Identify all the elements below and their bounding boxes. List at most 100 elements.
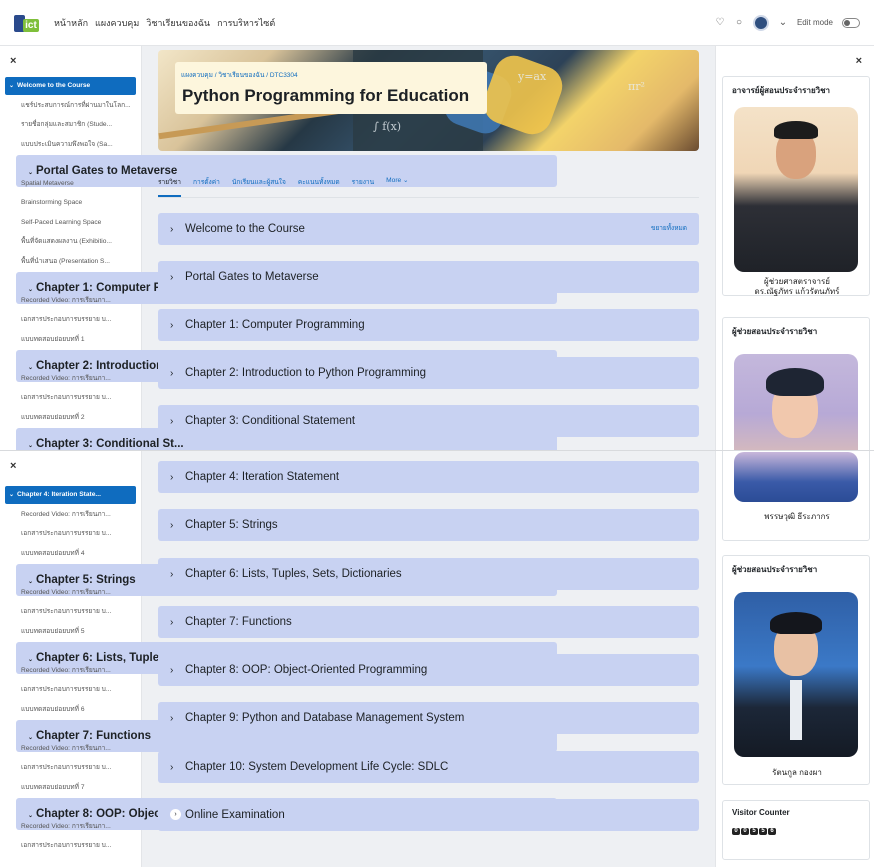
course-index-activity[interactable]: Recorded Video: การเรียนภา... xyxy=(5,662,136,680)
chat-icon[interactable]: ○ xyxy=(734,17,744,28)
course-index-activity[interactable]: รายชื่อกลุ่มและสมาชิก (Stude... xyxy=(5,116,136,134)
section-header[interactable]: › Portal Gates to Metaverse xyxy=(158,261,699,293)
course-index-activity[interactable]: Spatial Metaverse xyxy=(5,175,136,193)
nav-my-courses[interactable]: วิชาเรียนของฉัน xyxy=(146,16,210,30)
nav-site-admin[interactable]: การบริหารไซต์ xyxy=(217,16,275,30)
chevron-right-icon: › xyxy=(170,713,174,724)
ta-block: ผู้ช่วยสอนประจำรายวิชา รัตนกูล กองผา xyxy=(722,555,870,785)
course-index-label: แชร์ประสบการณ์การที่ผ่านมาในโลก... xyxy=(21,101,131,109)
course-index-label: Recorded Video: การเรียนภา... xyxy=(21,510,111,518)
course-index-activity[interactable]: เอกสารประกอบการบรรยาย บ... xyxy=(5,603,136,621)
course-index-activity[interactable]: เอกสารประกอบการบรรยาย บ... xyxy=(5,525,136,543)
ta-photo xyxy=(734,592,858,757)
bell-icon[interactable]: ♡ xyxy=(715,17,725,28)
tab-reports[interactable]: รายงาน xyxy=(352,176,375,197)
close-icon[interactable]: × xyxy=(10,55,16,67)
course-index-label: Brainstorming Space xyxy=(21,199,83,206)
course-pane-bottom: × ⌄ Chapter 4: Iteration State... Recorded… xyxy=(0,450,874,867)
course-index-label: เอกสารประกอบการบรรยาย บ... xyxy=(21,530,112,537)
course-index-activity[interactable]: เอกสารประกอบการบรรยาย บ... xyxy=(5,681,136,699)
course-index-activity[interactable]: แบบทดสอบย่อยบทที่ 1 xyxy=(5,331,136,349)
edit-mode-toggle[interactable] xyxy=(842,17,860,28)
course-index-activity[interactable]: แชร์ประสบการณ์การที่ผ่านมาในโลก... xyxy=(5,97,136,115)
chevron-right-icon: › xyxy=(170,520,174,531)
course-index-activity[interactable]: Recorded Video: การเรียนภา... xyxy=(5,370,136,388)
chevron-right-icon: › xyxy=(170,472,174,483)
section-header[interactable]: › Chapter 3: Conditional Statement xyxy=(158,405,699,437)
section-header[interactable]: › Chapter 1: Computer Programming xyxy=(158,309,699,341)
course-index-activity[interactable]: Recorded Video: การเรียนภา... xyxy=(5,740,136,758)
nav-dashboard[interactable]: แผงควบคุม xyxy=(95,16,139,30)
course-index-activity[interactable]: แบบประเมินความพึงพอใจ (Sa... xyxy=(5,136,136,154)
course-index-label: แบบทดสอบย่อยบทที่ 7 xyxy=(21,783,85,791)
course-index-label: เอกสารประกอบการบรรยาย บ... xyxy=(21,394,112,401)
section-header[interactable]: › Chapter 4: Iteration Statement xyxy=(158,461,699,493)
course-index-activity[interactable]: Recorded Video: การเรียนภา... xyxy=(5,584,136,602)
course-tabs: รายวิชา การตั้งค่า นักเรียนและผู้สนใจ คะ… xyxy=(158,176,421,197)
section-header[interactable]: › Welcome to the Course ขยายทั้งหมด xyxy=(158,213,699,245)
close-icon[interactable]: × xyxy=(856,55,862,67)
tab-settings[interactable]: การตั้งค่า xyxy=(193,176,220,197)
tab-grades[interactable]: คะแนนทั้งหมด xyxy=(298,176,340,197)
course-index-activity[interactable]: เอกสารประกอบการบรรยาย บ... xyxy=(5,311,136,329)
course-index-activity[interactable]: เอกสารประกอบการบรรยาย บ... xyxy=(5,759,136,777)
section-header[interactable]: › Online Examination xyxy=(158,799,699,831)
course-index-section[interactable]: ⌄ Chapter 4: Iteration State... xyxy=(5,486,136,504)
section-header[interactable]: › Chapter 7: Functions xyxy=(158,606,699,638)
course-index-label: Recorded Video: การเรียนภา... xyxy=(21,744,111,752)
tab-participants[interactable]: นักเรียนและผู้สนใจ xyxy=(232,176,286,197)
section-header[interactable]: › Chapter 10: System Development Life Cyc… xyxy=(158,751,699,783)
course-index-activity[interactable]: เอกสารประกอบการบรรยาย บ... xyxy=(5,389,136,407)
chevron-down-icon[interactable]: ⌄ xyxy=(778,17,788,28)
course-index-label: แบบทดสอบย่อยบทที่ 1 xyxy=(21,335,85,343)
close-icon[interactable]: × xyxy=(10,460,16,472)
course-index-activity[interactable]: แบบทดสอบย่อยบทที่ 7 xyxy=(5,779,136,797)
course-index-activity[interactable]: แบบทดสอบย่อยบทที่ 2 xyxy=(5,409,136,427)
course-index-activity[interactable]: Recorded Video: การเรียนภา... xyxy=(5,292,136,310)
chevron-right-icon: › xyxy=(170,665,174,676)
course-index-label: Recorded Video: การเรียนภา... xyxy=(21,666,111,674)
visitor-counter-block: Visitor Counter 0 0 5 5 6 xyxy=(722,800,870,860)
course-index-label: Chapter 4: Iteration State... xyxy=(17,491,101,498)
course-index-activity[interactable]: แบบทดสอบย่อยบทที่ 4 xyxy=(5,545,136,563)
course-banner-image: ∫ f(x) y=ax πr² แผงควบคุม / วิชาเรียนของ… xyxy=(158,50,699,151)
course-index-activity[interactable]: พื้นที่จัดแสดงผลงาน (Exhibitio... xyxy=(5,233,136,251)
course-index-label: Welcome to the Course xyxy=(17,82,91,89)
top-navbar: ict หน้าหลัก แผงควบคุม วิชาเรียนของฉัน ก… xyxy=(0,0,874,46)
chevron-right-icon: › xyxy=(170,809,181,821)
section-header[interactable]: › Chapter 9: Python and Database Manageme… xyxy=(158,702,699,734)
course-index-activity[interactable]: แบบทดสอบย่อยบทที่ 5 xyxy=(5,623,136,641)
course-index-activity[interactable]: แบบทดสอบย่อยบทที่ 6 xyxy=(5,701,136,719)
section-header[interactable]: › Chapter 8: OOP: Object-Oriented Program… xyxy=(158,654,699,686)
course-index-section[interactable]: ⌄ Welcome to the Course xyxy=(5,77,136,95)
course-index-label: เอกสารประกอบการบรรยาย บ... xyxy=(21,316,112,323)
breadcrumb[interactable]: แผงควบคุม / วิชาเรียนของฉัน / DTC3304 xyxy=(181,70,298,80)
chevron-down-icon: ⌄ xyxy=(28,443,34,449)
course-index-activity[interactable]: Self-Paced Learning Space xyxy=(5,214,136,232)
course-index-activity[interactable]: เอกสารประกอบการบรรยาย บ... xyxy=(5,837,136,855)
course-pane-top: × ⌄ Welcome to the Course แชร์ประสบการณ์กา… xyxy=(0,46,874,450)
section-header[interactable]: › Chapter 5: Strings xyxy=(158,509,699,541)
section-header[interactable]: › Chapter 6: Lists, Tuples, Sets, Diction… xyxy=(158,558,699,590)
ta-photo xyxy=(734,354,858,450)
course-index-activity[interactable]: Recorded Video: การเรียนภา... xyxy=(5,818,136,836)
chevron-down-icon: ⌄ xyxy=(9,83,15,89)
nav-home[interactable]: หน้าหลัก xyxy=(54,16,88,30)
chevron-right-icon: › xyxy=(170,224,174,235)
tab-more[interactable]: More ⌄ xyxy=(386,176,408,197)
user-avatar[interactable] xyxy=(752,14,769,31)
course-index-label: Recorded Video: การเรียนภา... xyxy=(21,296,111,304)
course-index-label: Self-Paced Learning Space xyxy=(21,218,102,226)
course-index-label: เอกสารประกอบการบรรยาย บ... xyxy=(21,764,112,771)
section-header[interactable]: › Chapter 2: Introduction to Python Progr… xyxy=(158,357,699,389)
tab-course[interactable]: รายวิชา xyxy=(158,176,181,197)
chevron-right-icon: › xyxy=(170,272,174,283)
expand-all-link[interactable]: ขยายทั้งหมด xyxy=(651,213,687,245)
course-index-activity[interactable]: พื้นที่นำเสนอ (Presentation S... xyxy=(5,253,136,271)
course-index-label: Spatial Metaverse xyxy=(21,179,74,187)
site-logo[interactable]: ict xyxy=(14,13,40,33)
course-index-label: แบบทดสอบย่อยบทที่ 4 xyxy=(21,549,85,557)
course-index-activity[interactable]: Recorded Video: การเรียนภา... xyxy=(5,506,136,524)
course-index-label: แบบทดสอบย่อยบทที่ 6 xyxy=(21,705,85,713)
course-index-activity[interactable]: Brainstorming Space xyxy=(5,194,136,212)
